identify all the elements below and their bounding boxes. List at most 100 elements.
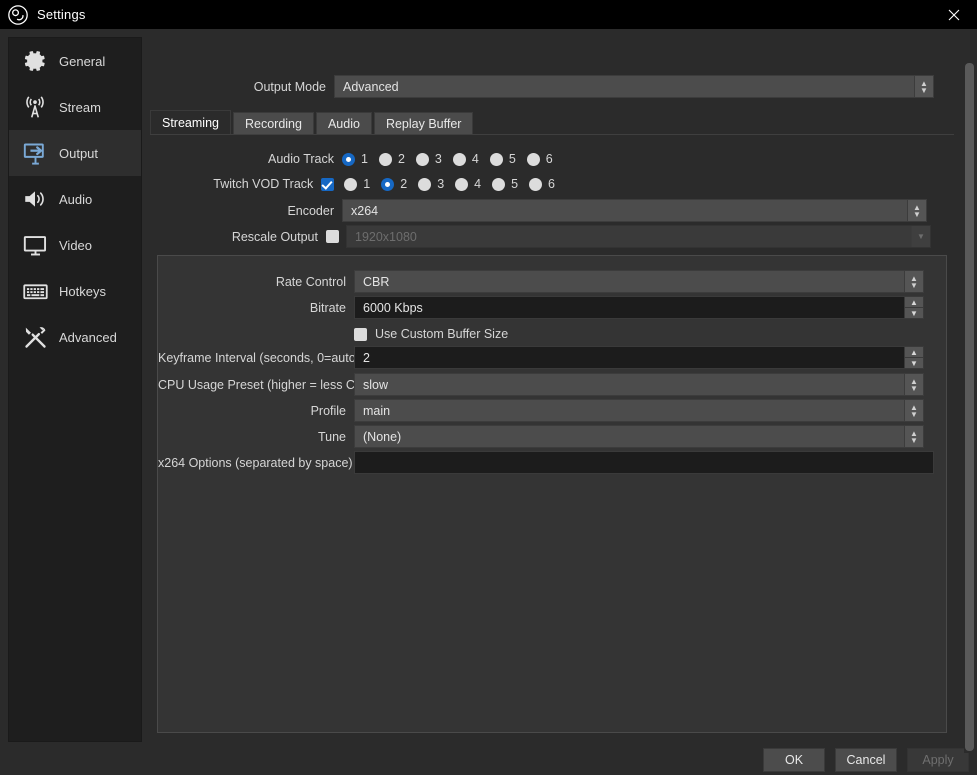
bitrate-row: Bitrate 6000 Kbps ▲ ▼ [158,296,936,319]
audio-track-option-4[interactable]: 4 [452,152,479,166]
spinner-buttons[interactable]: ▲ ▼ [904,297,923,318]
output-mode-value: Advanced [343,79,399,94]
x264-options-row: x264 Options (separated by space) [158,451,936,474]
rate-control-label: Rate Control [275,274,346,289]
rescale-output-checkbox[interactable] [326,230,339,243]
rescale-output-row: Rescale Output 1920x1080 ▼ [146,225,936,248]
radio-label: 3 [437,177,445,191]
audio-track-option-1[interactable]: 1 [342,152,368,166]
output-tabs: Streaming Recording Audio Replay Buffer [150,110,475,135]
use-custom-buffer-row[interactable]: Use Custom Buffer Size [354,326,508,342]
encoder-select[interactable]: x264 ▲ ▼ [342,199,927,222]
sidebar-item-label: Output [59,145,99,161]
rescale-output-label: Rescale Output [231,229,318,244]
tab-audio[interactable]: Audio [315,112,372,135]
twitch-vod-option-4[interactable]: 4 [455,177,481,191]
keyframe-interval-spinbox[interactable]: 2 ▲ ▼ [354,346,924,369]
chevron-updown-icon[interactable]: ▲ ▼ [904,271,923,292]
bitrate-spinbox[interactable]: 6000 Kbps ▲ ▼ [354,296,924,319]
spinner-up-icon[interactable]: ▲ [904,347,923,358]
spinner-down-icon[interactable]: ▼ [904,358,923,368]
tab-streaming[interactable]: Streaming [150,110,231,135]
twitch-vod-option-2[interactable]: 2 [381,177,407,191]
spinner-buttons[interactable]: ▲ ▼ [904,347,923,368]
radio-icon[interactable] [452,152,466,166]
sidebar-item-advanced[interactable]: Advanced [9,314,141,360]
radio-label: 1 [363,177,371,191]
sidebar-item-video[interactable]: Video [9,222,141,268]
profile-select[interactable]: main ▲ ▼ [354,399,924,422]
tools-icon [20,322,50,352]
twitch-vod-track-checkbox[interactable] [321,177,335,191]
x264-options-input[interactable] [354,451,934,474]
tab-replay-buffer[interactable]: Replay Buffer [373,112,474,135]
radio-label: 4 [474,177,482,191]
chevron-updown-icon[interactable]: ▲ ▼ [907,200,926,221]
audio-track-option-2[interactable]: 2 [378,152,405,166]
radio-icon[interactable] [381,177,395,191]
keyframe-interval-value: 2 [363,350,370,365]
twitch-vod-option-1[interactable]: 1 [344,177,370,191]
use-custom-buffer-checkbox[interactable] [354,327,367,341]
radio-label: 6 [545,152,553,166]
output-mode-select[interactable]: Advanced ▲ ▼ [334,75,934,98]
antenna-icon [20,92,50,122]
scrollbar-thumb[interactable] [965,63,974,751]
tab-label: Recording [244,117,302,131]
radio-icon[interactable] [489,152,503,166]
settings-sidebar: General Stream Output Audio Video Hotkey… [8,37,142,742]
ok-button[interactable]: OK [763,748,825,772]
audio-track-radio-group: 1 2 3 4 5 6 [342,152,564,166]
radio-label: 5 [508,152,516,166]
audio-track-option-5[interactable]: 5 [489,152,516,166]
chevron-updown-icon[interactable]: ▲ ▼ [904,400,923,421]
radio-icon[interactable] [342,152,355,166]
chevron-updown-icon[interactable]: ▲ ▼ [904,374,923,395]
encoder-value: x264 [351,203,379,218]
sidebar-item-general[interactable]: General [9,38,141,84]
radio-label: 2 [397,152,405,166]
cpu-usage-preset-value: slow [363,377,389,392]
radio-label: 1 [361,152,368,166]
twitch-vod-option-3[interactable]: 3 [418,177,444,191]
rate-control-value: CBR [363,274,390,289]
sidebar-item-hotkeys[interactable]: Hotkeys [9,268,141,314]
cpu-usage-preset-select[interactable]: slow ▲ ▼ [354,373,924,396]
ok-button-label: OK [784,753,804,767]
chevron-updown-icon[interactable]: ▲ ▼ [904,426,923,447]
tab-recording[interactable]: Recording [232,112,314,135]
spinner-down-icon[interactable]: ▼ [904,308,923,318]
radio-icon[interactable] [378,152,392,166]
radio-label: 3 [434,152,442,166]
window-title: Settings [37,7,86,22]
radio-icon[interactable] [344,177,358,191]
chevron-updown-icon[interactable]: ▲ ▼ [914,76,933,97]
sidebar-item-audio[interactable]: Audio [9,176,141,222]
rescale-output-value: 1920x1080 [355,229,417,244]
sidebar-item-stream[interactable]: Stream [9,84,141,130]
tune-value: (None) [363,429,402,444]
twitch-vod-track-radio-group: 1 2 3 4 5 6 [344,177,566,191]
twitch-vod-option-6[interactable]: 6 [529,177,555,191]
radio-icon[interactable] [492,177,506,191]
panel-scrollbar[interactable] [964,63,975,753]
radio-label: 2 [400,177,408,191]
close-icon[interactable] [931,0,977,29]
radio-icon[interactable] [455,177,469,191]
monitor-icon [20,230,50,260]
radio-icon[interactable] [415,152,429,166]
gear-icon [20,46,50,76]
spinner-up-icon[interactable]: ▲ [904,297,923,308]
twitch-vod-option-5[interactable]: 5 [492,177,518,191]
rate-control-select[interactable]: CBR ▲ ▼ [354,270,924,293]
sidebar-item-output[interactable]: Output [9,130,141,176]
radio-icon[interactable] [526,152,540,166]
audio-track-option-6[interactable]: 6 [526,152,553,166]
tune-select[interactable]: (None) ▲ ▼ [354,425,924,448]
twitch-vod-track-label: Twitch VOD Track [213,177,314,191]
cancel-button[interactable]: Cancel [835,748,897,772]
audio-track-option-3[interactable]: 3 [415,152,442,166]
radio-icon[interactable] [529,177,543,191]
tune-label: Tune [317,429,346,444]
radio-icon[interactable] [418,177,432,191]
